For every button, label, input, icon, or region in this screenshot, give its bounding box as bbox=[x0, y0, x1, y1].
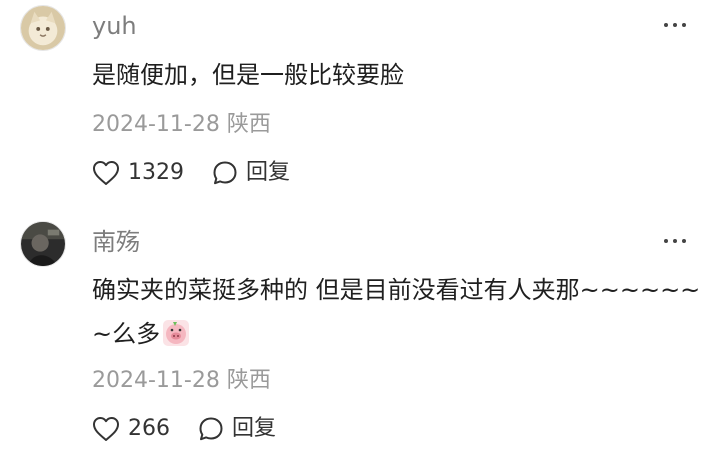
heart-outline-icon bbox=[93, 161, 119, 185]
pig-sticker-emoji-icon bbox=[162, 317, 190, 346]
heart-outline-icon bbox=[93, 417, 119, 441]
comment-location: 陕西 bbox=[226, 112, 271, 137]
comment-actions: 1329 回复 bbox=[92, 155, 290, 191]
comment-date: 2024-11-28 bbox=[92, 112, 220, 137]
dark-photo-avatar-icon bbox=[21, 222, 65, 266]
like-count: 1329 bbox=[128, 160, 184, 185]
comment-meta: 2024-11-28 陕西 bbox=[92, 111, 271, 139]
comment-text: 是随便加，但是一般比较要脸 bbox=[92, 61, 404, 89]
avatar[interactable] bbox=[20, 221, 66, 267]
like-button[interactable]: 1329 bbox=[92, 159, 184, 187]
comment-text: 确实夹的菜挺多种的 但是目前没看过有人夹那~~~~~~~么多 bbox=[92, 268, 706, 356]
username[interactable]: yuh bbox=[92, 11, 137, 41]
more-dots-icon[interactable] bbox=[664, 20, 694, 30]
reply-label: 回复 bbox=[246, 160, 291, 185]
speech-bubble-icon bbox=[199, 417, 223, 441]
reply-button[interactable]: 回复 bbox=[198, 415, 276, 443]
reply-label: 回复 bbox=[232, 416, 277, 441]
more-dots-icon[interactable] bbox=[664, 236, 694, 246]
speech-bubble-icon bbox=[213, 161, 237, 185]
cat-avatar-icon bbox=[21, 6, 65, 50]
reply-button[interactable]: 回复 bbox=[212, 159, 290, 187]
comment-actions: 266 回复 bbox=[92, 411, 276, 447]
username[interactable]: 南殇 bbox=[92, 227, 140, 257]
like-button[interactable]: 266 bbox=[92, 415, 170, 443]
comment-meta: 2024-11-28 陕西 bbox=[92, 367, 271, 395]
comment-location: 陕西 bbox=[226, 368, 271, 393]
like-count: 266 bbox=[128, 416, 170, 441]
comment-date: 2024-11-28 bbox=[92, 368, 220, 393]
avatar[interactable] bbox=[20, 5, 66, 51]
